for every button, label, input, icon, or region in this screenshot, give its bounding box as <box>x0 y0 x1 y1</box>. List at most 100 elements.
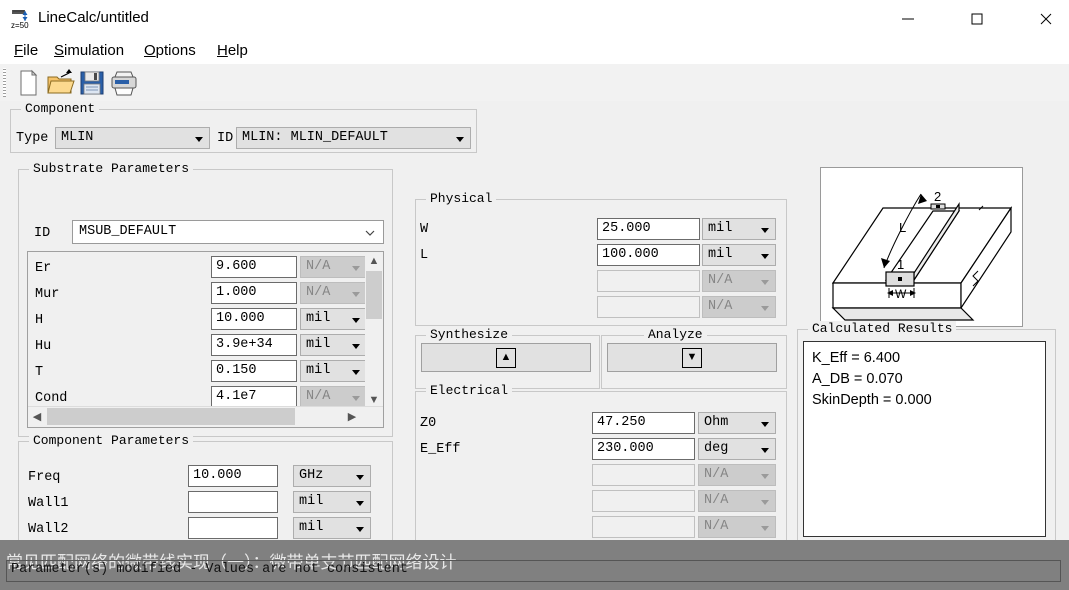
menu-file[interactable]: FFileile <box>8 40 44 62</box>
electrical-row-name: E_Eff <box>420 442 461 457</box>
chevron-down-icon <box>456 137 464 142</box>
substrate-row-value[interactable]: 10.000 <box>211 308 297 330</box>
substrate-row-name: Hu <box>35 339 52 354</box>
component-type-value: MLIN <box>61 130 94 145</box>
electrical-row-value <box>592 516 695 538</box>
electrical-row-unit: N/A <box>698 464 776 486</box>
substrate-row-unit[interactable]: N/A <box>300 386 367 408</box>
minimize-button[interactable] <box>885 0 931 38</box>
physical-row-value <box>597 270 700 292</box>
substrate-row-value[interactable]: 9.600 <box>211 256 297 278</box>
substrate-row-unit[interactable]: mil <box>300 334 367 356</box>
menu-simulation[interactable]: Simulation <box>48 40 130 62</box>
substrate-row-unit[interactable]: mil <box>300 360 367 382</box>
cp-row-unit[interactable]: GHz <box>293 465 371 487</box>
cp-row-name: Wall1 <box>28 496 69 511</box>
cp-row-unit[interactable]: mil <box>293 517 371 539</box>
electrical-row-value[interactable]: 47.250 <box>592 412 695 434</box>
toolbar <box>0 64 1069 102</box>
substrate-horizontal-scrollbar[interactable]: ◀ ▶ <box>28 406 383 427</box>
component-id-combo[interactable]: MLIN: MLIN_DEFAULT <box>236 127 471 149</box>
scrollbar-thumb[interactable] <box>47 408 295 425</box>
cp-row-value[interactable] <box>188 517 278 539</box>
window-title: LineCalc/untitled <box>38 9 149 26</box>
substrate-group-title: Substrate Parameters <box>29 161 194 176</box>
type-label: Type <box>16 131 49 146</box>
electrical-row-value <box>592 464 695 486</box>
cp-row-value[interactable] <box>188 491 278 513</box>
physical-row-unit: N/A <box>702 296 776 318</box>
component-group-title: Component <box>21 101 100 116</box>
close-button[interactable] <box>1023 0 1069 38</box>
substrate-row-value[interactable]: 4.1e7 <box>211 386 297 408</box>
physical-row-name: L <box>420 248 429 263</box>
up-arrow-icon: ▲ <box>496 347 516 368</box>
component-parameters-title: Component Parameters <box>29 433 194 448</box>
print-icon[interactable] <box>108 68 140 98</box>
scrollbar-thumb[interactable] <box>366 271 382 319</box>
analyze-down-arrow-button[interactable]: ▼ <box>607 343 777 372</box>
scroll-left-icon[interactable]: ◀ <box>28 407 46 426</box>
electrical-row-value <box>592 490 695 512</box>
physical-row-unit: N/A <box>702 270 776 292</box>
toolbar-grip[interactable] <box>3 68 6 97</box>
cp-row-name: Wall2 <box>28 522 69 537</box>
chevron-down-icon <box>365 230 375 236</box>
open-folder-icon[interactable] <box>44 68 76 98</box>
calculated-results-title: Calculated Results <box>808 321 957 336</box>
substrate-row-name: Cond <box>35 391 68 406</box>
diagram-label-port1: 1 <box>897 257 904 272</box>
component-type-combo[interactable]: MLIN <box>55 127 210 149</box>
substrate-row-value[interactable]: 0.150 <box>211 360 297 382</box>
physical-row-value[interactable]: 25.000 <box>597 218 700 240</box>
maximize-button[interactable] <box>954 0 1000 38</box>
physical-row-value[interactable]: 100.000 <box>597 244 700 266</box>
new-file-icon[interactable] <box>12 68 44 98</box>
result-line: K_Eff = 6.400 <box>812 350 901 366</box>
title-bar: z=50 LineCalc/untitled <box>0 0 1069 38</box>
synthesize-group-title: Synthesize <box>426 327 513 342</box>
scroll-up-icon[interactable]: ▲ <box>365 252 383 269</box>
save-floppy-icon[interactable] <box>76 68 108 98</box>
down-arrow-icon: ▼ <box>682 347 702 368</box>
analyze-group-title: Analyze <box>644 327 707 342</box>
substrate-row-name: Mur <box>35 287 60 302</box>
result-line: A_DB = 0.070 <box>812 371 903 387</box>
electrical-row-unit: N/A <box>698 490 776 512</box>
substrate-parameters-list[interactable]: Er 9.600 N/A Mur 1.000 N/A H 10.000 mil … <box>27 251 384 428</box>
component-id-label: ID <box>217 131 234 146</box>
electrical-row-unit: N/A <box>698 516 776 538</box>
substrate-id-value: MSUB_DEFAULT <box>79 224 177 239</box>
substrate-row-unit[interactable]: N/A <box>300 256 367 278</box>
menu-help[interactable]: Help <box>211 40 254 62</box>
physical-row-unit[interactable]: mil <box>702 244 776 266</box>
physical-row-name: W <box>420 222 429 237</box>
electrical-group-title: Electrical <box>426 383 513 398</box>
scroll-right-icon[interactable]: ▶ <box>343 407 361 426</box>
substrate-id-combo[interactable]: MSUB_DEFAULT <box>72 220 384 244</box>
substrate-row-unit[interactable]: N/A <box>300 282 367 304</box>
physical-row-unit[interactable]: mil <box>702 218 776 240</box>
substrate-vertical-scrollbar[interactable]: ▲ ▼ <box>365 252 383 408</box>
electrical-row-unit[interactable]: deg <box>698 438 776 460</box>
substrate-row-value[interactable]: 3.9e+34 <box>211 334 297 356</box>
substrate-row-unit[interactable]: mil <box>300 308 367 330</box>
substrate-row-value[interactable]: 1.000 <box>211 282 297 304</box>
status-bar-frame: Parameter(s) modified - Values are not c… <box>6 560 1061 582</box>
diagram-label-W: W <box>895 287 907 301</box>
electrical-row-value[interactable]: 230.000 <box>592 438 695 460</box>
electrical-row-unit[interactable]: Ohm <box>698 412 776 434</box>
cp-row-unit[interactable]: mil <box>293 491 371 513</box>
dialog-body: Component Type MLIN ID MLIN: MLIN_DEFAUL… <box>0 101 1069 590</box>
cp-row-name: Freq <box>28 470 61 485</box>
linecalc-window: z=50 LineCalc/untitled FFileile Simulati… <box>0 0 1069 590</box>
linecalc-z50-icon: z=50 <box>10 8 32 30</box>
chevron-down-icon <box>195 137 203 142</box>
cp-row-value[interactable]: 10.000 <box>188 465 278 487</box>
microstrip-line-3d-diagram: L W 1 2 <box>820 167 1023 327</box>
result-line: SkinDepth = 0.000 <box>812 392 932 408</box>
menu-options[interactable]: Options <box>138 40 202 62</box>
svg-text:z=50: z=50 <box>11 21 29 30</box>
synthesize-up-arrow-button[interactable]: ▲ <box>421 343 591 372</box>
diagram-label-L: L <box>899 220 906 235</box>
